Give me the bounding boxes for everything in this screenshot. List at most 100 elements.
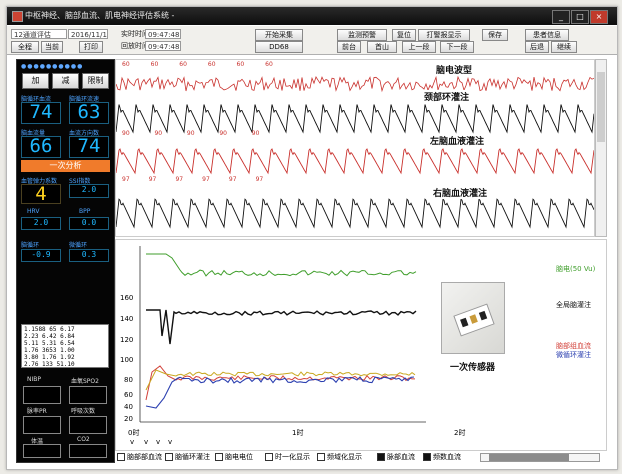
- y-tick: 160: [120, 294, 134, 302]
- y-tick: 120: [120, 336, 134, 344]
- left-flow-trend: [145, 365, 415, 401]
- one-click-analyze-button[interactable]: 一次分析: [21, 160, 110, 172]
- spo2-box: [69, 386, 107, 404]
- toolbar: 12通道评估 2016/11/19 实时时间 09:47:48 开始采集 监测预…: [7, 26, 617, 55]
- checkbox-box[interactable]: [423, 453, 431, 461]
- x-tick: 0时: [128, 429, 140, 437]
- checkbox-freq-flow[interactable]: 频数血流: [423, 452, 461, 462]
- nav-next-button[interactable]: 下一段: [440, 41, 474, 53]
- spo2-label: 血氧SPO2: [71, 378, 99, 385]
- eeg-waveform: [115, 75, 595, 93]
- vitals-sidebar: ●●●●●●●●●● 加 减 限制 脑循环血流 脑循环流速 74 63 脑血流量…: [16, 59, 115, 463]
- y-tick: 20: [124, 415, 133, 423]
- limit-button[interactable]: 限制: [82, 73, 109, 89]
- nav-first-button[interactable]: 首山: [367, 41, 397, 53]
- nibp-label: NIBP: [27, 376, 41, 383]
- left-brain-waveform: [115, 148, 595, 175]
- patient-info-button[interactable]: 患者信息: [525, 29, 569, 41]
- checkbox-freq-display[interactable]: 频域化显示: [317, 452, 362, 462]
- channel-select[interactable]: 12通道评估: [11, 29, 67, 39]
- scrollbar-thumb[interactable]: [489, 454, 569, 461]
- horizontal-scrollbar[interactable]: [480, 453, 600, 462]
- scale-value: 97: [202, 176, 210, 183]
- replay-time-value: 09:47:48: [145, 41, 181, 51]
- sensor-window: [478, 310, 488, 321]
- vessel-elastic-value: 4: [21, 184, 61, 204]
- data-line: 1.76 3653 1.00: [24, 347, 75, 354]
- checkbox-label: 频数血流: [433, 453, 461, 461]
- maximize-button[interactable]: □: [571, 10, 589, 24]
- print-button[interactable]: 打印: [79, 41, 103, 53]
- right-brain-label: 右脑血液灌注: [431, 186, 490, 199]
- data-line: 1.1588 65 6.17: [24, 326, 75, 333]
- eeg-title: 脑电波型: [434, 63, 475, 76]
- bpp-label: BPP: [79, 208, 91, 215]
- checkbox-box[interactable]: [265, 453, 273, 461]
- title-bar: 中枢神经、脑部血流、肌电神经评估系统 - _ □ ×: [7, 7, 617, 25]
- x-tick: 1时: [292, 429, 304, 437]
- resp-label: 呼吸次数: [71, 408, 96, 415]
- checkbox-eeg[interactable]: 脑电电位: [215, 452, 253, 462]
- legend-micro: 微循环灌注: [556, 351, 591, 359]
- neck-perfusion-label: 颈部环灌注: [422, 90, 472, 103]
- fullscreen-button[interactable]: 全程: [11, 41, 39, 53]
- print-alarm-button[interactable]: 打警报显示: [418, 29, 470, 41]
- y-tick: 100: [120, 356, 134, 364]
- temp-box: [23, 444, 61, 458]
- decrease-button[interactable]: 减: [52, 73, 79, 89]
- event-marker: v: [144, 438, 149, 446]
- scrollbar-thumb[interactable]: [597, 72, 605, 142]
- checkbox-brain-flow[interactable]: 脑部部血流: [117, 452, 162, 462]
- save-button[interactable]: 保存: [482, 29, 508, 41]
- checkbox-box[interactable]: [317, 453, 325, 461]
- scale-value: 97: [255, 176, 264, 183]
- checkbox-box[interactable]: [117, 453, 125, 461]
- window-title: 中枢神经、脑部血流、肌电神经评估系统 -: [25, 11, 175, 20]
- right-brain-waveform: [115, 198, 595, 229]
- minimize-button[interactable]: _: [552, 10, 570, 24]
- waveform-chart: [115, 75, 595, 229]
- checkbox-box[interactable]: [377, 453, 385, 461]
- checkbox-box[interactable]: [215, 453, 223, 461]
- y-tick: 60: [124, 391, 133, 399]
- co2-label: CO2: [77, 436, 90, 443]
- scale-value: 60: [207, 61, 216, 68]
- y-tick: 40: [124, 403, 133, 411]
- event-marker: v: [130, 438, 135, 446]
- bpp-value: 0.0: [69, 217, 109, 230]
- nav-front-button[interactable]: 前台: [337, 41, 361, 53]
- micro-label: 微循环: [69, 242, 88, 249]
- waveform-scrollbar[interactable]: [595, 59, 607, 237]
- data-line: 3.80 1.76 1.92: [24, 354, 75, 361]
- current-button[interactable]: 当前: [41, 41, 63, 53]
- checkbox-label: 脉部血流: [387, 453, 415, 461]
- pr-label: 脉率PR: [27, 408, 47, 415]
- checkbox-label: 频域化显示: [327, 453, 362, 461]
- resp-box: [69, 416, 107, 434]
- close-button[interactable]: ×: [590, 10, 608, 24]
- checkbox-box[interactable]: [165, 453, 173, 461]
- micro-value: 0.3: [69, 249, 109, 262]
- scale-value: 90: [251, 130, 260, 137]
- waveform-panel: 脑电波型 颈部环灌注 左脑血液灌注 右脑血液灌注 60 60 60 60 60 …: [115, 59, 595, 237]
- ssi-value: 2.0: [69, 184, 109, 198]
- nav-prev-button[interactable]: 上一段: [402, 41, 436, 53]
- checkbox-time-display[interactable]: 时一化显示: [265, 452, 310, 462]
- co2-box: [69, 444, 107, 458]
- checkbox-pulse-flow[interactable]: 脉部血流: [377, 452, 415, 462]
- hrv-value: 2.0: [21, 217, 61, 230]
- display-options-bar: 脑部部血流 脑循环灌注 脑电电位 时一化显示 频域化显示 脉部血流 频数血流: [115, 451, 605, 463]
- checkbox-cerebral-perfusion[interactable]: 脑循环灌注: [165, 452, 210, 462]
- legend-eeg: 脑电(50 Vu): [556, 265, 596, 273]
- monitor-alarm-button[interactable]: 监测预警: [337, 29, 387, 41]
- reset-button[interactable]: 复位: [392, 29, 416, 41]
- scale-value: 90: [122, 130, 130, 137]
- increase-button[interactable]: 加: [22, 73, 49, 89]
- back-button[interactable]: 后退: [525, 41, 549, 53]
- date-field[interactable]: 2016/11/19: [68, 29, 108, 39]
- checkbox-label: 脑电电位: [225, 453, 253, 461]
- stop-button[interactable]: DD68: [255, 41, 303, 53]
- continue-button[interactable]: 继续: [551, 41, 577, 53]
- start-collect-button[interactable]: 开始采集: [255, 29, 303, 41]
- data-line: 2.23 6.42 6.84: [24, 333, 75, 340]
